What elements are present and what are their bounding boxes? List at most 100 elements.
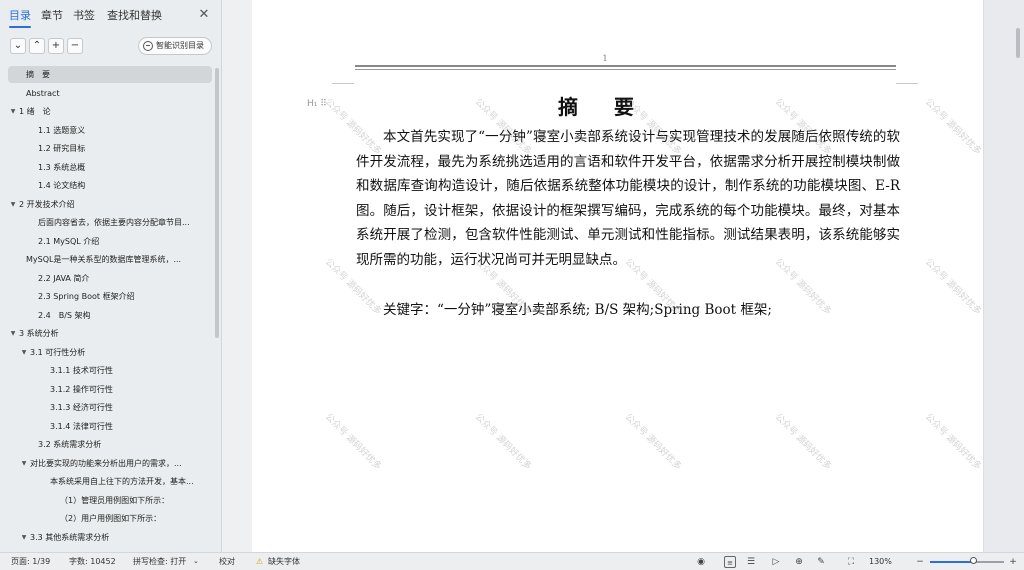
toc-item-label: 1.4 论文结构 — [38, 181, 86, 190]
toc-item-label: （1）管理员用例图如下所示： — [60, 495, 170, 505]
chevron-down-icon[interactable]: ⌄ — [10, 38, 26, 54]
tab-bookmarks[interactable]: 书签 — [73, 9, 95, 23]
chevron-up-icon[interactable]: ⌃ — [29, 38, 45, 54]
zoom-slider-fill — [930, 561, 975, 563]
toc-expand-arrow-icon[interactable]: ▼ — [9, 103, 17, 120]
spell-check-status[interactable]: 拼写检查: 打开 — [133, 553, 186, 570]
toc-toolbar: ⌄ ⌃ + − 智能识别目录 — [0, 36, 222, 58]
watermark-text: 公众号 源码好优多 — [922, 257, 983, 318]
watermark-text: 公众号 源码好优多 — [922, 412, 983, 473]
toc-item-label: 1.1 选题意义 — [38, 125, 86, 135]
toc-item[interactable]: 2.3 Spring Boot 框架介绍 — [8, 288, 212, 305]
toc-item-label: 2.1 MySQL 介绍 — [38, 236, 100, 246]
pen-icon[interactable]: ✎ — [815, 556, 827, 568]
play-icon[interactable]: ▷ — [770, 556, 782, 568]
document-canvas: 1 H₁ ⠿ 摘 要 本文首先实现了“一分钟”寝室小卖部系统设计与实现管理技术的… — [223, 0, 983, 552]
tab-find-replace[interactable]: 查找和替换 — [107, 9, 162, 23]
toc-item[interactable]: 摘 要 — [8, 66, 212, 83]
toc-item[interactable]: 3.1.2 操作可行性 — [8, 381, 212, 398]
document-title[interactable]: 摘 要 — [558, 91, 708, 120]
toc-item[interactable]: MySQL是一种关系型的数据库管理系统，... — [8, 251, 212, 268]
toc-item[interactable]: ▼ 对比要实现的功能来分析出用户的需求，... — [8, 455, 212, 472]
zoom-out-icon[interactable]: − — [914, 556, 926, 568]
header-rule — [355, 65, 896, 67]
toc-scrollbar[interactable] — [215, 68, 219, 338]
eye-icon[interactable]: ◉ — [695, 556, 707, 568]
toc-item[interactable]: 后面内容省去，依据主要内容分配章节目... — [8, 214, 212, 231]
toc-item[interactable]: 3.2 系统需求分析 — [8, 436, 212, 453]
toc-item[interactable]: 1.2 研究目标 — [8, 140, 212, 157]
heading-drag-handle-icon[interactable]: H₁ ⠿ — [307, 99, 327, 109]
watermark-text: 公众号 源码好优多 — [922, 97, 983, 158]
zoom-level[interactable]: 130% — [869, 553, 892, 570]
toc-item-label: 摘 要 — [26, 70, 50, 79]
toc-item[interactable]: （1）管理员用例图如下所示： — [8, 492, 212, 509]
toc-item[interactable]: （2）用户用例图如下所示： — [8, 510, 212, 527]
status-bar: 页面: 1/39 字数: 10452 拼写检查: 打开 ⌄ 校对 ⚠ 缺失字体 … — [0, 552, 1024, 570]
toc-expand-arrow-icon[interactable]: ▼ — [20, 529, 28, 546]
toc-item-label: （2）用户用例图如下所示： — [60, 514, 162, 523]
toc-item[interactable]: Abstract — [8, 85, 212, 102]
chevron-down-icon[interactable]: ⌄ — [193, 553, 199, 570]
toc-item[interactable]: 2.1 MySQL 介绍 — [8, 233, 212, 250]
toc-item[interactable]: ▼ 3.1 可行性分析 — [8, 344, 212, 361]
navigation-pane: 目录 章节 书签 查找和替换 ✕ ⌄ ⌃ + − 智能识别目录 摘 要 Abstr… — [0, 0, 222, 552]
toc-expand-arrow-icon[interactable]: ▼ — [20, 344, 28, 361]
toc-item-label: 1.2 研究目标 — [38, 144, 86, 153]
proofread-button[interactable]: 校对 — [219, 553, 235, 570]
toc-item[interactable]: 3.1.1 技术可行性 — [8, 362, 212, 379]
toc-item[interactable]: ▼ 3.3 其他系统需求分析 — [8, 529, 212, 546]
smart-toc-label: 智能识别目录 — [156, 41, 204, 50]
tab-chapters[interactable]: 章节 — [41, 9, 63, 23]
toc-item-label: 2.2 JAVA 简介 — [38, 273, 90, 283]
toc-item-label: 3 系统分析 — [19, 329, 59, 338]
page-indicator[interactable]: 页面: 1/39 — [11, 553, 50, 570]
toc-item[interactable]: 2.4 B/S 架构 — [8, 307, 212, 324]
smart-toc-button[interactable]: 智能识别目录 — [138, 37, 212, 55]
header-rule-thin — [355, 69, 896, 70]
minus-icon[interactable]: − — [67, 38, 83, 54]
toc-item[interactable]: 3.1.3 经济可行性 — [8, 399, 212, 416]
toc-item-label: 3.1.3 经济可行性 — [50, 403, 113, 412]
toc-expand-arrow-icon[interactable]: ▼ — [9, 196, 17, 213]
close-icon[interactable]: ✕ — [197, 7, 211, 23]
toc-item[interactable]: 2.2 JAVA 简介 — [8, 270, 212, 287]
toc-item-label: 后面内容省去，依据主要内容分配章节目... — [38, 218, 190, 227]
toc-item-label: 3.2 系统需求分析 — [38, 440, 102, 449]
toc-item[interactable]: 本系统采用自上往下的方法开发，基本... — [8, 473, 212, 490]
plus-icon[interactable]: + — [48, 38, 64, 54]
toc-item[interactable]: 1.4 论文结构 — [8, 177, 212, 194]
outline-view-icon[interactable]: ☰ — [745, 556, 757, 568]
toc-item[interactable]: 3.1.4 法律可行性 — [8, 418, 212, 435]
fit-page-icon[interactable]: ⛶ — [845, 556, 857, 568]
zoom-slider[interactable] — [930, 561, 1004, 563]
watermark-text: 公众号 源码好优多 — [322, 412, 383, 473]
margin-corner-left — [332, 83, 354, 84]
page-number: 1 — [602, 54, 608, 63]
page-view-icon[interactable]: ≡ — [724, 556, 736, 568]
toc-item[interactable]: ▼ 3 系统分析 — [8, 325, 212, 342]
document-scrollbar[interactable] — [1016, 28, 1020, 58]
zoom-in-icon[interactable]: + — [1007, 556, 1019, 568]
word-count[interactable]: 字数: 10452 — [69, 553, 116, 570]
toc-item[interactable]: ▼ 1 绪 论 — [8, 103, 212, 120]
toc-expand-arrow-icon[interactable]: ▼ — [9, 325, 17, 342]
toc-item-label: 1 绪 论 — [19, 107, 51, 116]
toc-item-label: 2.3 Spring Boot 框架介绍 — [38, 292, 135, 301]
toc-expand-arrow-icon[interactable]: ▼ — [20, 455, 28, 472]
missing-font-button[interactable]: 缺失字体 — [268, 553, 300, 570]
warning-icon: ⚠ — [256, 557, 264, 566]
toc-item[interactable]: ▼ 2 开发技术介绍 — [8, 196, 212, 213]
watermark-text: 公众号 源码好优多 — [472, 412, 533, 473]
document-page[interactable]: 1 H₁ ⠿ 摘 要 本文首先实现了“一分钟”寝室小卖部系统设计与实现管理技术的… — [252, 0, 983, 552]
margin-corner-right — [896, 83, 918, 84]
toc-item-label: 3.1 可行性分析 — [30, 347, 86, 357]
abstract-paragraph[interactable]: 本文首先实现了“一分钟”寝室小卖部系统设计与实现管理技术的发展随后依照传统的软件… — [356, 125, 900, 272]
keywords-paragraph[interactable]: 关键字：“一分钟”寝室小卖部系统; B/S 架构;Spring Boot 框架; — [356, 298, 900, 322]
smart-recognize-icon — [143, 41, 153, 51]
web-view-icon[interactable]: ⊕ — [793, 556, 805, 568]
toc-item[interactable]: 1.1 选题意义 — [8, 122, 212, 139]
nav-tabs: 目录 章节 书签 查找和替换 ✕ — [0, 0, 222, 34]
tab-toc[interactable]: 目录 — [9, 9, 31, 28]
toc-item[interactable]: 1.3 系统总概 — [8, 159, 212, 176]
